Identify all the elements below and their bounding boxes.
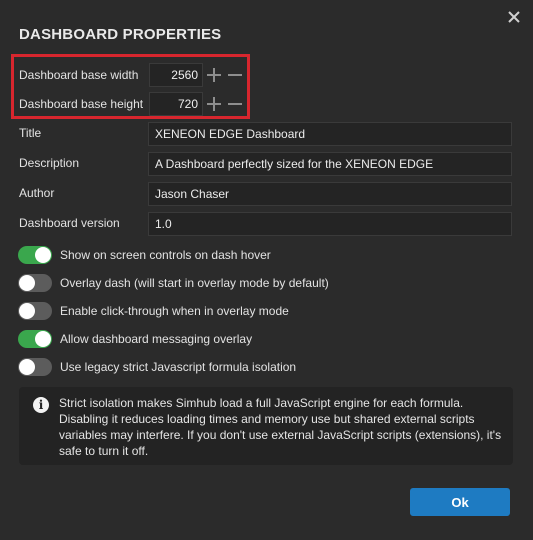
overlay-dash-toggle[interactable] [18,274,52,292]
description-label: Description [19,156,80,170]
legacy-isolation-label: Use legacy strict Javascript formula iso… [60,360,297,374]
toggle-row-legacy-isolation: Use legacy strict Javascript formula iso… [18,356,296,378]
info-text: Strict isolation makes Simhub load a ful… [59,395,504,459]
version-input[interactable]: 1.0 [148,212,512,236]
legacy-isolation-toggle[interactable] [18,358,52,376]
click-through-toggle[interactable] [18,302,52,320]
info-text-line: Disabling it reduces loading times and m… [59,412,475,426]
info-box: i Strict isolation makes Simhub load a f… [19,387,513,465]
toggle-row-messaging-overlay: Allow dashboard messaging overlay [18,328,252,350]
base-width-decrement-button[interactable] [227,67,243,83]
base-width-row: Dashboard base width [19,62,138,88]
info-text-line: safe to turn it off. [59,444,149,458]
version-label: Dashboard version [19,216,120,230]
title-label: Title [19,126,42,140]
author-label: Author [19,186,55,200]
dialog-title: DASHBOARD PROPERTIES [19,26,222,43]
base-height-input[interactable]: 720 [149,92,203,116]
info-text-line: Strict isolation makes Simhub load a ful… [59,396,464,410]
base-height-decrement-button[interactable] [227,96,243,112]
description-row: Description [19,150,79,176]
messaging-overlay-label: Allow dashboard messaging overlay [60,332,253,346]
base-width-input[interactable]: 2560 [149,63,203,87]
base-height-label: Dashboard base height [19,97,144,111]
title-row: Title [19,120,41,146]
toggle-row-overlay-dash: Overlay dash (will start in overlay mode… [18,272,329,294]
base-height-increment-button[interactable] [206,96,222,112]
base-width-label: Dashboard base width [19,68,139,82]
dashboard-properties-dialog: DASHBOARD PROPERTIES Dashboard base widt… [0,0,533,540]
info-icon: i [33,397,49,413]
close-icon[interactable] [503,6,525,28]
overlay-dash-label: Overlay dash (will start in overlay mode… [60,276,329,290]
author-input[interactable]: Jason Chaser [148,182,512,206]
title-input[interactable]: XENEON EDGE Dashboard [148,122,512,146]
author-row: Author [19,180,54,206]
base-height-row: Dashboard base height [19,91,143,117]
base-width-increment-button[interactable] [206,67,222,83]
description-input[interactable]: A Dashboard perfectly sized for the XENE… [148,152,512,176]
info-text-line: variables may interfere. If you don't us… [59,428,502,442]
click-through-label: Enable click-through when in overlay mod… [60,304,289,318]
version-row: Dashboard version [19,210,120,236]
toggle-row-screen-controls: Show on screen controls on dash hover [18,244,271,266]
ok-button[interactable]: Ok [410,488,510,516]
screen-controls-label: Show on screen controls on dash hover [60,248,271,262]
toggle-row-click-through: Enable click-through when in overlay mod… [18,300,289,322]
messaging-overlay-toggle[interactable] [18,330,52,348]
screen-controls-toggle[interactable] [18,246,52,264]
